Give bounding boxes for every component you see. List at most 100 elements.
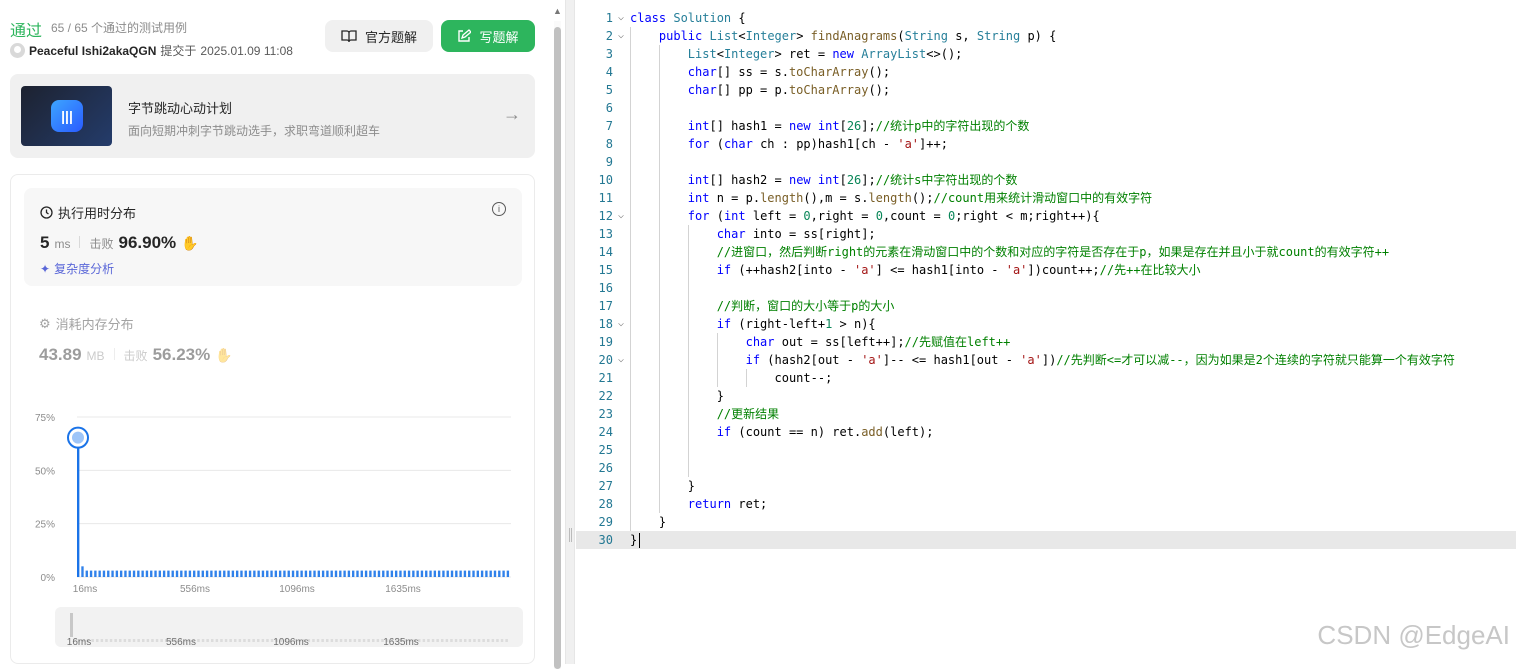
info-icon[interactable]: i <box>492 202 506 216</box>
username[interactable]: Peaceful Ishi2akaQGN <box>29 44 156 58</box>
fold-chevron-icon[interactable]: ⌵ <box>618 27 624 45</box>
navigator-tick-label: 556ms <box>166 637 196 647</box>
code-line[interactable]: 29 } <box>576 513 1516 531</box>
navigator-bar <box>482 639 485 642</box>
code-line[interactable]: 17 //判断，窗口的大小等于p的大小 <box>576 297 1516 315</box>
bar <box>296 570 299 577</box>
official-solution-button[interactable]: 官方题解 <box>325 20 433 52</box>
code-line[interactable]: 25 <box>576 441 1516 459</box>
code-text: //判断，窗口的大小等于p的大小 <box>716 299 895 313</box>
runtime-section[interactable]: 执行用时分布 i 5 ms 击败 96.90% ✋ ✦ 复杂度分析 <box>24 188 522 286</box>
line-number: 8 <box>605 137 613 151</box>
bar <box>364 570 368 577</box>
fold-chevron-icon[interactable]: ⌵ <box>618 351 624 369</box>
bar <box>343 570 346 577</box>
code-line[interactable]: 28 return ret; <box>576 495 1516 513</box>
code-line[interactable]: 4 char[] ss = s.toCharArray(); <box>576 63 1516 81</box>
code-line[interactable]: 14 //进窗口，然后判断right的元素在滑动窗口中的个数和对应的字符是否存在… <box>576 243 1516 261</box>
navigator-bar <box>376 639 380 642</box>
code-text: if (right-left+1 > n){ <box>716 317 876 331</box>
fold-chevron-icon[interactable]: ⌵ <box>618 315 624 333</box>
code-line[interactable]: 30} <box>576 531 1516 549</box>
bar <box>442 570 445 577</box>
code-line[interactable]: 8 for (char ch : pp)hash1[ch - 'a']++; <box>576 135 1516 153</box>
code-line[interactable]: 27 } <box>576 477 1516 495</box>
bar <box>180 570 183 577</box>
runtime-title-text: 执行用时分布 <box>58 206 137 221</box>
code-line[interactable]: 2 ⌵ public List<Integer> findAnagrams(Str… <box>576 27 1516 45</box>
bar <box>283 570 286 577</box>
bar <box>347 570 351 577</box>
scroll-up-icon[interactable]: ▲ <box>553 5 562 17</box>
code-text: int n = p.length(),m = s.length();//coun… <box>687 191 1153 205</box>
clap-icon: ✋ <box>181 235 199 251</box>
code-line[interactable]: 23 //更新结果 <box>576 405 1516 423</box>
code-line[interactable]: 13 char into = ss[right]; <box>576 225 1516 243</box>
code-line[interactable]: 22 } <box>576 387 1516 405</box>
navigator-tick-label: 1096ms <box>273 637 309 647</box>
code-line[interactable]: 15 if (++hash2[into - 'a'] <= hash1[into… <box>576 261 1516 279</box>
bar <box>416 570 419 577</box>
navigator-bar <box>454 639 458 642</box>
runtime-value: 5 ms 击败 96.90% ✋ <box>40 233 199 253</box>
code-line[interactable]: 26 <box>576 459 1516 477</box>
bar <box>197 570 200 577</box>
code-line[interactable]: 16 <box>576 279 1516 297</box>
code-line[interactable]: 24 if (count == n) ret.add(left); <box>576 423 1516 441</box>
code-line[interactable]: 12 ⌵ for (int left = 0,right = 0,count = … <box>576 207 1516 225</box>
line-number: 12 <box>598 209 613 223</box>
write-solution-button[interactable]: 写题解 <box>441 20 535 52</box>
code-line[interactable]: 5 char[] pp = p.toCharArray(); <box>576 81 1516 99</box>
panel-splitter[interactable] <box>565 0 575 664</box>
navigator-bar <box>326 639 329 642</box>
left-panel-scrollbar[interactable]: ▲ <box>553 5 562 669</box>
bar <box>386 570 389 577</box>
code-line[interactable]: 11 int n = p.length(),m = s.length();//c… <box>576 189 1516 207</box>
promo-banner[interactable]: ||| 字节跳动心动计划 面向短期冲刺字节跳动选手，求职弯道顺利超车 → <box>10 74 535 158</box>
code-line[interactable]: 3 List<Integer> ret = new ArrayList<>(); <box>576 45 1516 63</box>
bar <box>150 570 153 577</box>
bar <box>506 570 510 577</box>
line-number: 14 <box>598 245 613 259</box>
bar <box>141 570 144 577</box>
navigator-bar <box>422 639 426 642</box>
navigator-bar <box>96 639 99 642</box>
avatar[interactable] <box>10 43 25 58</box>
fold-chevron-icon[interactable]: ⌵ <box>618 9 624 27</box>
arrow-right-icon[interactable]: → <box>503 104 521 125</box>
bar <box>412 570 415 577</box>
code-line[interactable]: 1 ⌵ class Solution { <box>576 9 1516 27</box>
code-line[interactable]: 10 int[] hash2 = new int[26];//统计s中字符出现的… <box>576 171 1516 189</box>
line-number: 25 <box>598 443 613 457</box>
code-text: if (count == n) ret.add(left); <box>716 425 934 439</box>
testcase-summary: 65 / 65 个通过的测试用例 <box>51 21 188 35</box>
code-line[interactable]: 18 ⌵ if (right-left+1 > n){ <box>576 315 1516 333</box>
bar <box>162 570 166 577</box>
navigator-bar <box>261 639 265 642</box>
fold-chevron-icon[interactable]: ⌵ <box>618 207 624 225</box>
code-line[interactable]: 9 <box>576 153 1516 171</box>
code-editor[interactable]: 1 ⌵ class Solution {2 ⌵ public List<Integer… <box>576 0 1516 664</box>
bar <box>446 570 449 577</box>
memory-title[interactable]: ⚙ 消耗内存分布 <box>39 314 134 333</box>
drag-handle-icon[interactable] <box>569 528 572 542</box>
runtime-beat-label: 击败 <box>89 237 114 251</box>
bar <box>433 570 437 577</box>
code-line[interactable]: 7 int[] hash1 = new int[26];//统计p中的字符出现的… <box>576 117 1516 135</box>
chart-range-navigator[interactable]: 16ms 556ms 1096ms 1635ms <box>55 607 523 648</box>
scroll-thumb[interactable] <box>554 27 561 669</box>
memory-unit: MB <box>86 349 105 363</box>
navigator-bar <box>257 639 260 642</box>
runtime-distribution-chart[interactable]: 75% 50% 25% 0% 16ms 556ms 1096ms 1635ms <box>29 405 519 605</box>
bar <box>407 570 411 577</box>
bar <box>171 570 174 577</box>
navigator-bar <box>477 639 481 642</box>
navigator-bar <box>445 639 449 642</box>
code-line[interactable]: 6 <box>576 99 1516 117</box>
official-solution-label: 官方题解 <box>364 29 417 45</box>
promo-image: ||| <box>21 86 112 146</box>
navigator-bar <box>339 639 343 642</box>
navigator-bar <box>312 639 315 642</box>
complexity-analysis-link[interactable]: ✦ 复杂度分析 <box>40 260 114 277</box>
submission-panel: 通过 65 / 65 个通过的测试用例 Peaceful Ishi2akaQGN… <box>0 0 565 664</box>
